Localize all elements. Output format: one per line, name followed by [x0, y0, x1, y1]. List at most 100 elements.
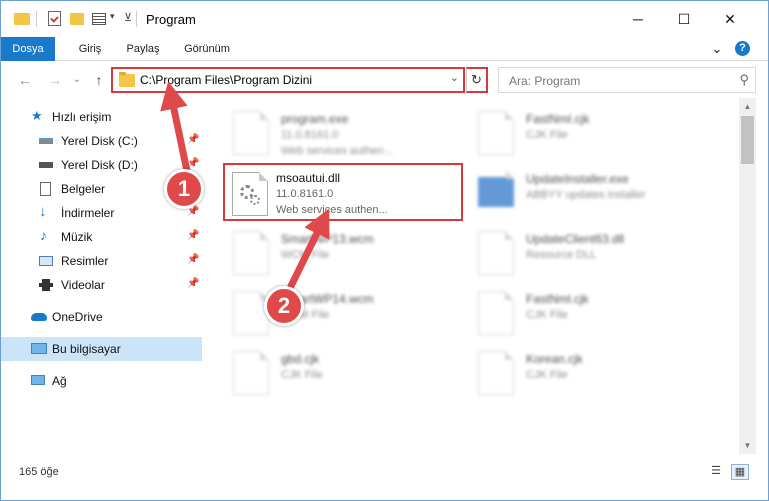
sidebar-item-quick-access[interactable]: ★ Hızlı erişim	[1, 105, 202, 129]
file-name: UpdateClient63.dll	[526, 232, 625, 246]
file-item[interactable]: Korean.cjk CJK File	[478, 346, 718, 406]
file-type: CJK File	[526, 129, 568, 141]
cloud-icon	[31, 313, 47, 321]
file-item[interactable]: FastNml.cjk CJK File	[478, 286, 718, 346]
recent-locations-button[interactable]: ⌄	[67, 70, 87, 90]
file-item[interactable]: gbd.cjk CJK File	[233, 346, 473, 406]
sidebar-item-music[interactable]: ♪ Müzik 📌	[1, 225, 202, 249]
title-bar: ▾ ⊻ Program ─ ☐ ✕	[1, 1, 768, 37]
search-input[interactable]: Ara: Program	[509, 74, 580, 88]
file-icon	[233, 291, 269, 335]
file-icon	[233, 111, 269, 155]
details-view-icon[interactable]: ☰	[707, 464, 725, 480]
file-name: SmartWP13.wcm	[281, 232, 374, 246]
drive-icon	[39, 138, 53, 144]
help-icon[interactable]: ?	[735, 37, 751, 61]
search-icon: ⚲	[739, 72, 749, 87]
sidebar-item-videos[interactable]: Videolar 📌	[1, 273, 202, 297]
sidebar-item-label: OneDrive	[52, 310, 103, 324]
video-icon	[39, 279, 53, 291]
pin-icon: 📌	[187, 230, 200, 241]
tab-file[interactable]: Dosya	[1, 37, 55, 61]
tab-view[interactable]: Görünüm	[177, 37, 237, 61]
file-item[interactable]: SmartWP13.wcm WCM File	[233, 226, 473, 286]
new-folder-icon[interactable]	[70, 11, 84, 27]
scroll-thumb[interactable]	[741, 116, 754, 164]
close-button[interactable]: ✕	[707, 1, 753, 37]
file-name: msoautui.dll	[276, 171, 341, 185]
status-bar: 165 öğe ☰ ▦	[1, 456, 768, 500]
file-item[interactable]: UpdateInstaller.exe ABBYY updates instal…	[478, 166, 718, 226]
minimize-button[interactable]: ─	[615, 1, 661, 37]
sidebar-item-disk-c[interactable]: Yerel Disk (C:) 📌	[1, 129, 202, 153]
pictures-icon	[39, 256, 53, 266]
address-dropdown-icon[interactable]: ⌄	[450, 71, 459, 84]
address-row: ← → ⌄ ↑ C:\Program Files\Program Dizini …	[1, 62, 768, 98]
ribbon-tabs: Dosya Giriş Paylaş Görünüm ⌄ ?	[1, 37, 768, 61]
scroll-down-icon[interactable]: ▼	[739, 437, 756, 454]
sidebar-item-this-pc[interactable]: Bu bilgisayar	[1, 337, 202, 361]
file-icon	[478, 111, 514, 155]
sidebar-item-label: Belgeler	[61, 182, 106, 196]
sidebar-item-label: Ağ	[52, 374, 67, 388]
file-description: Web services authen...	[281, 145, 393, 157]
pin-icon: 📌	[187, 254, 200, 265]
maximize-button[interactable]: ☐	[661, 1, 707, 37]
scroll-up-icon[interactable]: ▲	[739, 98, 756, 115]
pin-icon: 📌	[187, 278, 200, 289]
file-description: Resource DLL	[526, 249, 597, 261]
file-item[interactable]: program.exe 11.0.8161.0 Web services aut…	[233, 106, 473, 166]
pin-icon: 📌	[187, 158, 200, 169]
refresh-button[interactable]: ↻	[466, 67, 488, 93]
address-path[interactable]: C:\Program Files\Program Dizini	[140, 73, 312, 87]
drive-icon	[39, 162, 53, 168]
ribbon-expand-icon[interactable]: ⌄	[707, 37, 727, 61]
sidebar-item-label: Resimler	[61, 254, 109, 268]
file-icon	[478, 291, 514, 335]
vertical-scrollbar[interactable]: ▲ ▼	[739, 98, 756, 454]
computer-icon	[31, 343, 47, 354]
properties-icon[interactable]	[48, 11, 61, 27]
file-name: Korean.cjk	[526, 352, 583, 366]
sidebar-item-label: Bu bilgisayar	[52, 342, 121, 356]
up-button[interactable]: ↑	[89, 70, 109, 90]
sidebar-item-network[interactable]: Ağ	[1, 369, 202, 393]
forward-button[interactable]: →	[45, 70, 65, 90]
customize-qa-icon[interactable]: ⊻	[124, 11, 132, 27]
dll-gear-icon	[232, 172, 268, 216]
tab-home[interactable]: Giriş	[67, 37, 113, 61]
sidebar-item-label: Videolar	[61, 278, 105, 292]
qa-dropdown-icon[interactable]: ▾	[110, 11, 115, 27]
file-type: WCM File	[281, 249, 330, 261]
tab-share[interactable]: Paylaş	[118, 37, 168, 61]
highlighted-file-item[interactable]: msoautui.dll 11.0.8161.0 Web services au…	[223, 163, 463, 221]
search-box[interactable]: Ara: Program ⚲	[498, 67, 756, 93]
pin-icon: 📌	[187, 134, 200, 145]
sidebar-item-pictures[interactable]: Resimler 📌	[1, 249, 202, 273]
back-button[interactable]: ←	[15, 70, 35, 90]
separator	[36, 11, 37, 27]
file-name: FastNml.cjk	[526, 292, 589, 306]
tiles-view-icon[interactable]: ▦	[731, 464, 749, 480]
file-item[interactable]: FastNmI.cjk CJK File	[478, 106, 718, 166]
star-icon: ★	[31, 108, 43, 123]
installer-icon	[478, 170, 515, 215]
file-icon	[233, 231, 269, 275]
file-item[interactable]: UpdateClient63.dll Resource DLL	[478, 226, 718, 286]
step-marker-1: 1	[164, 169, 204, 209]
file-list: program.exe 11.0.8161.0 Web services aut…	[202, 98, 739, 454]
file-item-msoautui[interactable]: msoautui.dll 11.0.8161.0 Web services au…	[232, 167, 472, 227]
sidebar-item-label: Hızlı erişim	[52, 110, 112, 124]
view-options-icon[interactable]	[92, 11, 106, 27]
file-name: UpdateInstaller.exe	[526, 172, 629, 186]
sidebar-item-onedrive[interactable]: OneDrive	[1, 305, 202, 329]
folder-icon	[14, 11, 30, 27]
item-count: 165 öğe	[19, 466, 59, 478]
file-description: ABBYY updates installer	[526, 189, 646, 201]
step-marker-2: 2	[264, 286, 304, 326]
sidebar-item-label: Yerel Disk (D:)	[61, 158, 138, 172]
file-type: CJK File	[281, 369, 323, 381]
file-version: 11.0.8161.0	[276, 188, 334, 200]
address-bar[interactable]: C:\Program Files\Program Dizini ⌄	[111, 67, 465, 93]
file-icon	[233, 351, 269, 395]
